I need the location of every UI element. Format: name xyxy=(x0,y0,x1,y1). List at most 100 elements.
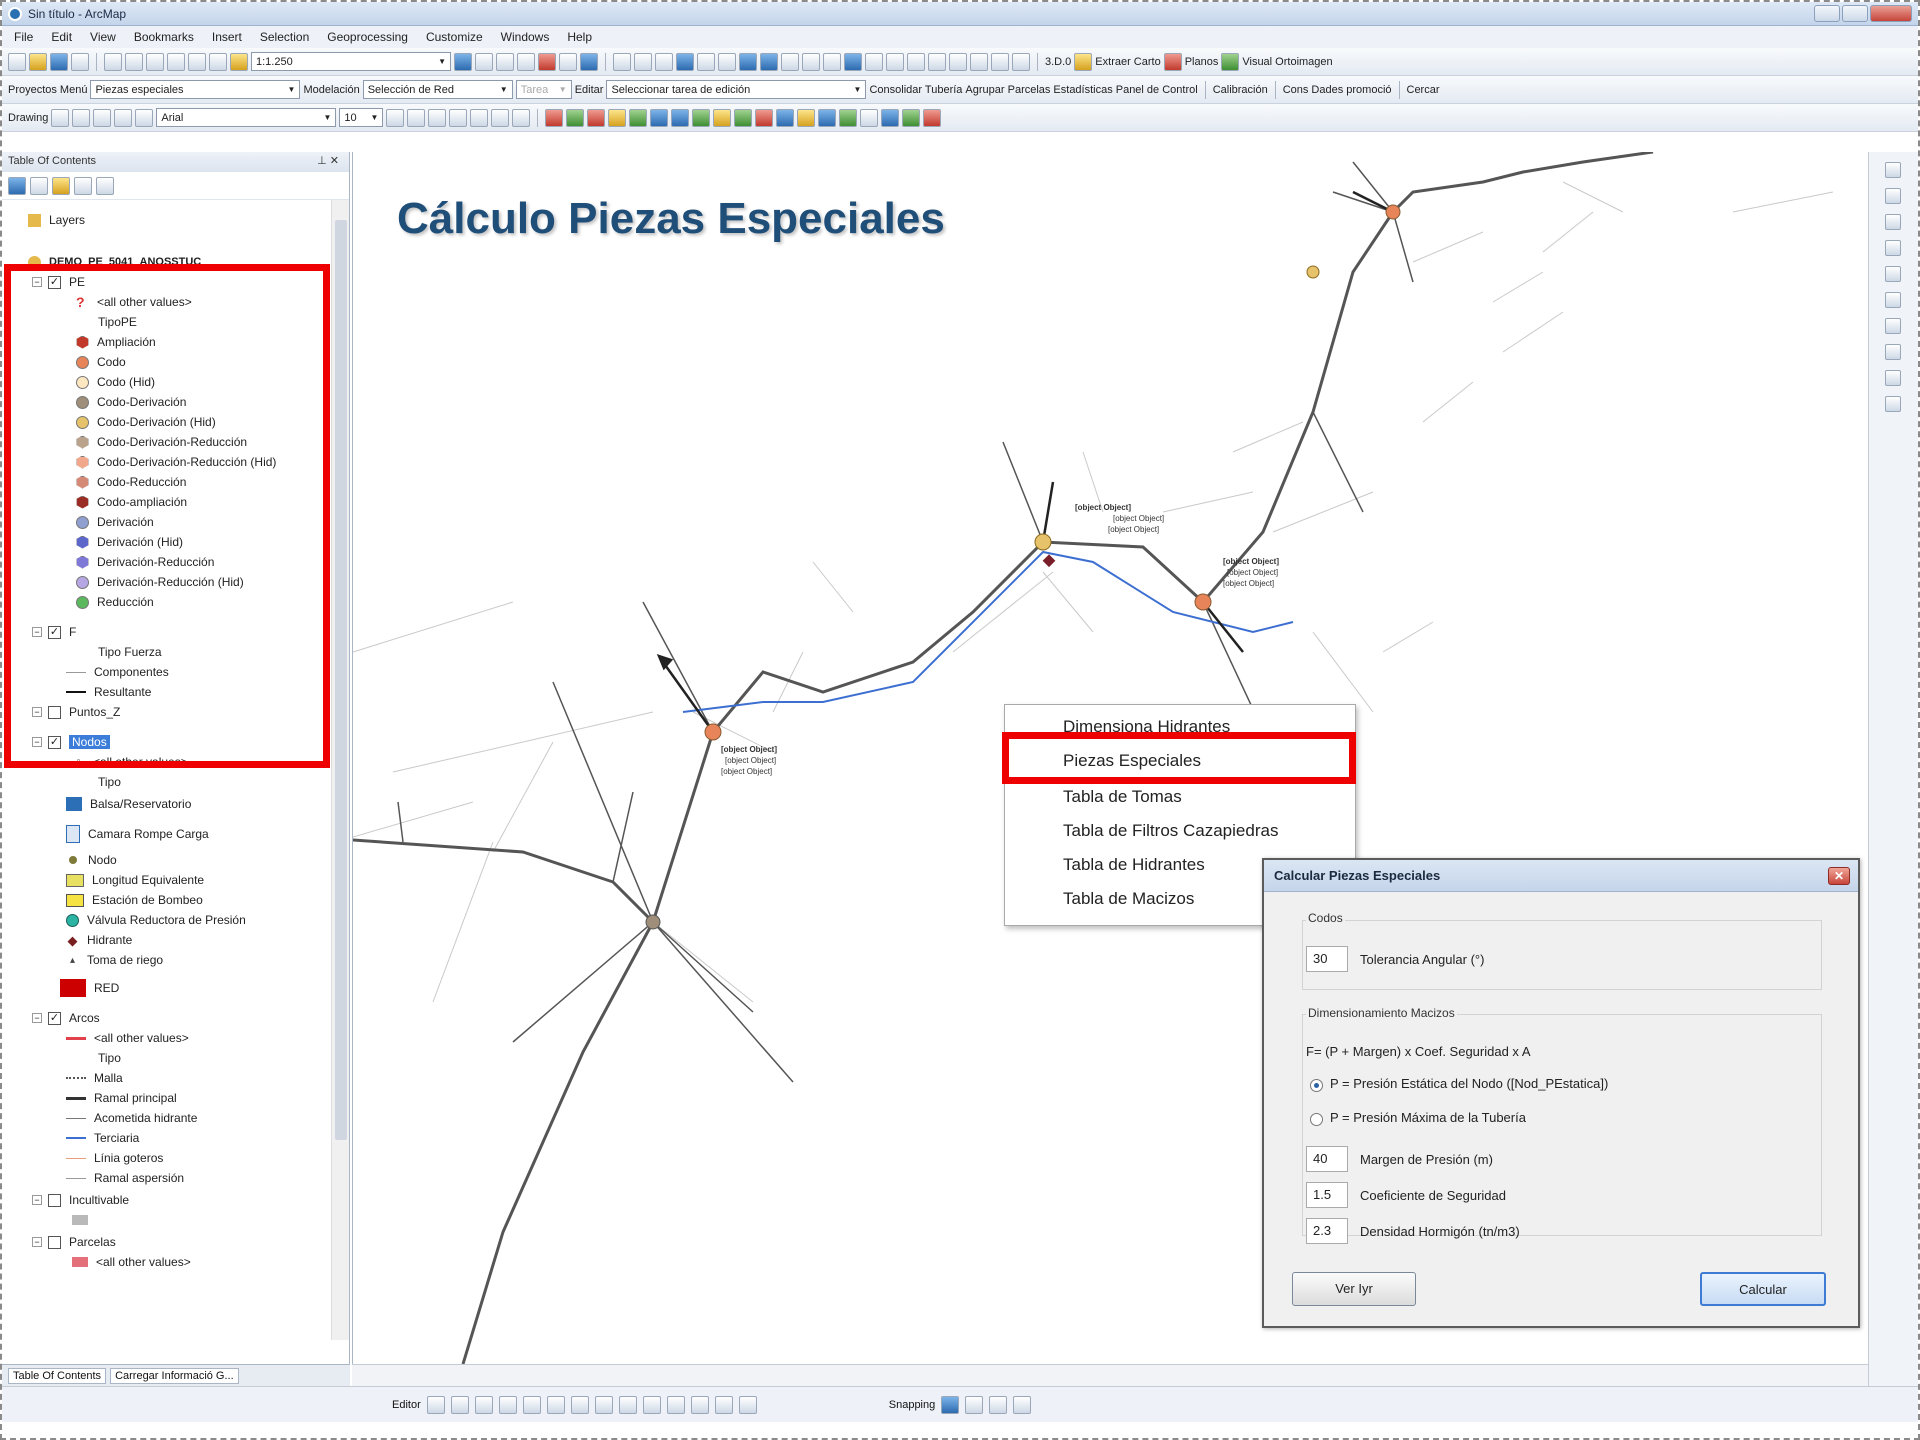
network-tool-icon-17[interactable] xyxy=(881,108,900,127)
menu-dropdown[interactable]: Menú xyxy=(60,84,88,96)
split-icon[interactable] xyxy=(642,1395,661,1414)
layer-parcelas[interactable]: − Parcelas xyxy=(32,1232,116,1252)
estadisticas-button[interactable]: Estadísticas xyxy=(1053,84,1112,96)
network-tool-icon-16[interactable] xyxy=(860,108,879,127)
font-size-combo[interactable]: 10 ▼ xyxy=(339,108,384,127)
back-icon[interactable] xyxy=(739,52,757,71)
edit-vertices-icon[interactable] xyxy=(570,1395,589,1414)
pin-close-icon[interactable]: ⊥ ✕ xyxy=(317,154,339,167)
planos-button[interactable]: Planos xyxy=(1185,56,1219,68)
radio-presion-maxima[interactable] xyxy=(1310,1113,1323,1126)
end-snapping-icon[interactable] xyxy=(965,1395,984,1414)
pan-icon[interactable] xyxy=(655,52,673,71)
network-tool-icon-4[interactable] xyxy=(608,108,627,127)
vertex-snapping-icon[interactable] xyxy=(989,1395,1008,1414)
sketch-properties-icon[interactable] xyxy=(714,1395,733,1414)
toc-window-icon[interactable] xyxy=(475,52,493,71)
goto-xy-icon[interactable] xyxy=(970,52,988,71)
calibracion-menu[interactable]: Calibración xyxy=(1213,84,1268,96)
panel-control-button[interactable]: Panel de Control xyxy=(1116,84,1198,96)
network-tool-icon-1[interactable] xyxy=(545,108,564,127)
rotate-icon[interactable] xyxy=(72,108,91,127)
layer-nodos[interactable]: − ✓ Nodos xyxy=(32,732,110,752)
font-combo[interactable]: Arial ▼ xyxy=(156,108,337,127)
copy-icon[interactable] xyxy=(125,52,143,71)
proyectos-menu[interactable]: Proyectos xyxy=(8,84,57,96)
dock-tool-icon-5[interactable] xyxy=(1885,266,1901,282)
layer-f[interactable]: − ✓ F xyxy=(32,622,76,642)
marker-color-icon[interactable] xyxy=(512,108,531,127)
clear-selection-icon[interactable] xyxy=(802,52,820,71)
network-tool-icon-18[interactable] xyxy=(902,108,921,127)
find-icon[interactable] xyxy=(928,52,946,71)
layer-incultivable-checkbox[interactable] xyxy=(48,1193,61,1207)
dialog-close-icon[interactable]: ✕ xyxy=(1828,867,1850,885)
html-popup-icon[interactable] xyxy=(886,52,904,71)
maximize-button[interactable] xyxy=(1842,5,1868,22)
viewer-window-icon[interactable] xyxy=(1012,52,1030,71)
font-color-icon[interactable] xyxy=(449,108,468,127)
extraer-carto-button[interactable]: Extraer Carto xyxy=(1095,56,1160,68)
paste-icon[interactable] xyxy=(146,52,164,71)
toc-scroll-thumb[interactable] xyxy=(335,220,347,1140)
collapse-icon[interactable]: − xyxy=(32,1237,42,1247)
layer-pe[interactable]: − ✓ PE xyxy=(32,272,85,292)
seleccion-red-combo[interactable]: Selección de Red ▼ xyxy=(362,80,513,99)
tolerancia-angular-input[interactable]: 30 xyxy=(1306,946,1348,972)
select-features-icon[interactable] xyxy=(781,52,799,71)
text-icon[interactable] xyxy=(114,108,133,127)
network-tool-icon-14[interactable] xyxy=(818,108,837,127)
modelacion-menu[interactable]: Modelación xyxy=(303,84,359,96)
editor-menu[interactable]: Editor xyxy=(392,1399,421,1411)
line-color-icon[interactable] xyxy=(491,108,510,127)
dock-tool-icon-7[interactable] xyxy=(1885,318,1901,334)
measure-icon[interactable] xyxy=(907,52,925,71)
layer-f-checkbox[interactable]: ✓ xyxy=(48,625,61,639)
fixed-zoom-out-icon[interactable] xyxy=(718,52,736,71)
tarea-edicion-combo[interactable]: Seleccionar tarea de edición ▼ xyxy=(606,80,867,99)
dock-tool-icon-2[interactable] xyxy=(1885,188,1901,204)
network-tool-icon-6[interactable] xyxy=(650,108,669,127)
network-tool-icon-19[interactable] xyxy=(923,108,942,127)
dock-tool-icon-1[interactable] xyxy=(1885,162,1901,178)
fixed-zoom-in-icon[interactable] xyxy=(697,52,715,71)
densidad-input[interactable]: 2.3 xyxy=(1306,1218,1348,1244)
network-tool-icon-8[interactable] xyxy=(692,108,711,127)
network-tool-icon-15[interactable] xyxy=(839,108,858,127)
zoom-in-icon[interactable] xyxy=(613,52,631,71)
catalog-icon[interactable] xyxy=(496,52,514,71)
tab-carregar-informacio[interactable]: Carregar Informació G... xyxy=(110,1367,239,1384)
dock-tool-icon-4[interactable] xyxy=(1885,240,1901,256)
editor-toolbar-icon[interactable] xyxy=(454,52,472,71)
point-icon[interactable] xyxy=(546,1395,565,1414)
model-builder-icon[interactable] xyxy=(580,52,598,71)
cut-icon[interactable] xyxy=(104,52,122,71)
time-slider-icon[interactable] xyxy=(991,52,1009,71)
menu-bookmarks[interactable]: Bookmarks xyxy=(134,30,194,44)
menu-piezas-especiales[interactable]: Piezas Especiales xyxy=(1063,751,1201,771)
drawing-menu[interactable]: Drawing xyxy=(8,112,48,124)
margen-presion-input[interactable]: 40 xyxy=(1306,1146,1348,1172)
undo-icon[interactable] xyxy=(188,52,206,71)
menu-file[interactable]: File xyxy=(14,30,33,44)
trace-icon[interactable] xyxy=(522,1395,541,1414)
collapse-icon[interactable]: − xyxy=(32,277,42,287)
menu-dimensiona-hidrantes[interactable]: Dimensiona Hidrantes xyxy=(1063,717,1230,737)
list-by-drawing-order-icon[interactable] xyxy=(8,176,26,195)
expand-icon[interactable]: − xyxy=(32,1195,42,1205)
zoom-out-icon[interactable] xyxy=(634,52,652,71)
python-icon[interactable] xyxy=(559,52,577,71)
bold-icon[interactable] xyxy=(386,108,405,127)
layer-puntos-z[interactable]: − Puntos_Z xyxy=(32,702,120,722)
select-elements-icon[interactable] xyxy=(823,52,841,71)
search-window-icon[interactable] xyxy=(517,52,535,71)
straight-segment-icon[interactable] xyxy=(474,1395,493,1414)
visual-ortoimagen-button[interactable]: Visual Ortoimagen xyxy=(1242,56,1332,68)
snapping-menu[interactable]: Snapping xyxy=(889,1399,936,1411)
fill-color-icon[interactable] xyxy=(470,108,489,127)
dock-tool-icon-10[interactable] xyxy=(1885,396,1901,412)
menu-selection[interactable]: Selection xyxy=(260,30,309,44)
point-snapping-icon[interactable] xyxy=(941,1395,960,1414)
menu-customize[interactable]: Customize xyxy=(426,30,483,44)
rectangle-icon[interactable] xyxy=(93,108,112,127)
